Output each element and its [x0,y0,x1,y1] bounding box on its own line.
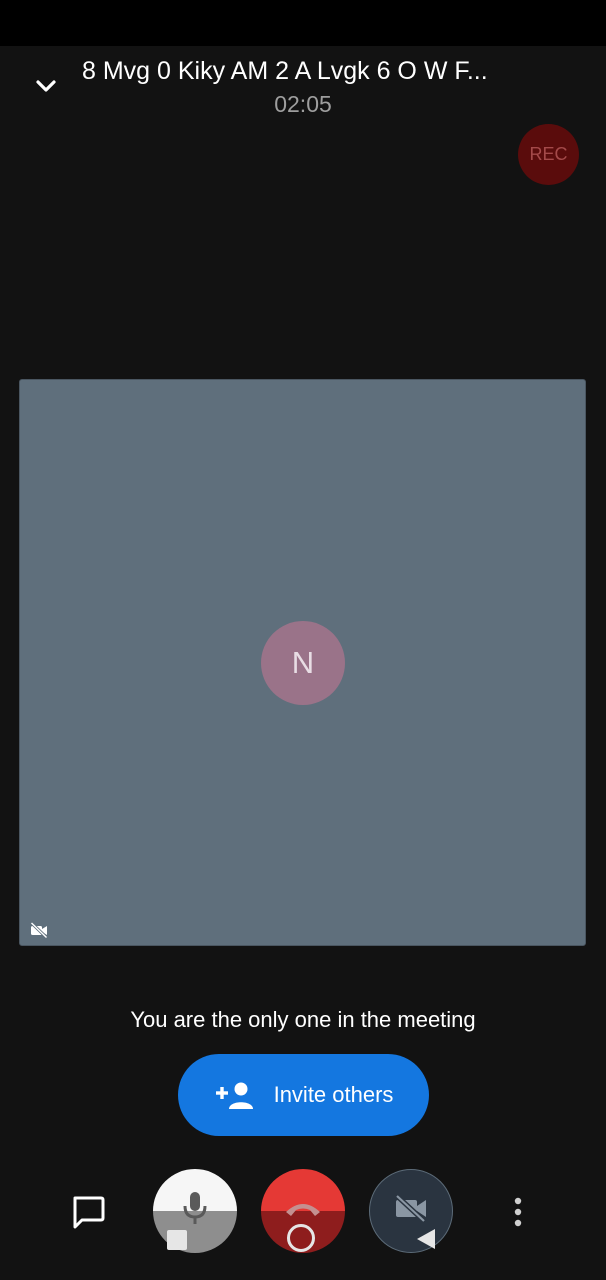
microphone-button[interactable] [153,1169,237,1253]
hang-up-icon [286,1204,320,1216]
meeting-header: 8 Mvg 0 Kiky AM 2 A Lvgk 6 O W F... 02:0… [0,46,606,126]
more-options-button[interactable] [504,1192,532,1232]
recording-badge[interactable]: REC [518,124,579,185]
add-person-icon [215,1082,253,1109]
more-vertical-icon [514,1197,522,1227]
participant-video-tile[interactable]: N [19,379,586,946]
video-off-icon [30,922,48,938]
chat-icon [73,1196,105,1229]
meeting-title: 8 Mvg 0 Kiky AM 2 A Lvgk 6 O W F... [82,57,488,85]
meeting-screen: 8 Mvg 0 Kiky AM 2 A Lvgk 6 O W F... 02:0… [0,0,606,1280]
camera-button[interactable] [369,1169,453,1253]
microphone-icon [183,1192,207,1224]
chat-button[interactable] [66,1190,110,1234]
home-nav-button[interactable] [287,1224,315,1252]
invite-others-label: Invite others [273,1082,394,1107]
back-triangle-icon[interactable] [415,1227,437,1251]
recents-nav-button[interactable] [167,1230,187,1250]
only-one-message: You are the only one in the meeting [130,1007,476,1032]
status-bar [0,0,606,46]
invite-others-button[interactable]: Invite others [178,1054,429,1136]
video-off-icon [395,1194,426,1222]
participant-avatar: N [261,621,345,705]
meeting-timer: 02:05 [274,91,332,117]
